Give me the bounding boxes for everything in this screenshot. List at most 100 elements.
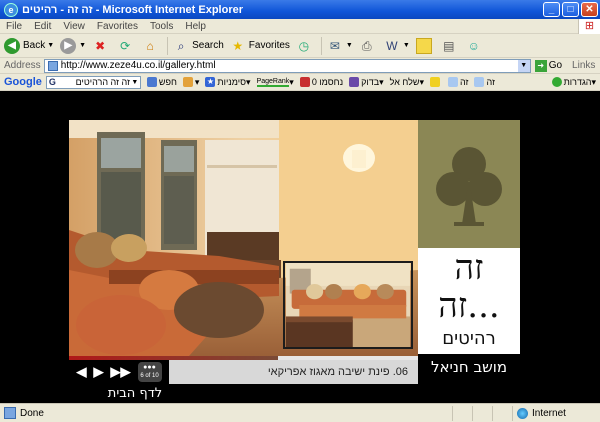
news-icon — [182, 77, 193, 87]
forward-arrow-icon: ▶ — [60, 37, 77, 54]
security-zone[interactable]: Internet — [512, 405, 600, 421]
club-panel — [418, 120, 520, 248]
page-done-icon — [4, 407, 16, 419]
ie-icon: e — [4, 2, 18, 17]
address-bar: Address http://www.zeze4u.co.il/gallery.… — [0, 58, 600, 74]
chevron-down-icon[interactable]: ▼ — [130, 77, 140, 88]
fast-forward-button[interactable]: ▶▶ — [111, 364, 131, 380]
google-search-button[interactable]: חפש — [146, 77, 177, 87]
back-home-link[interactable]: לדף הבית — [85, 386, 185, 401]
brand-logo[interactable]: זה זה... רהיטים — [418, 248, 520, 354]
google-toolbar: Google G זה זה הרהיטים ▼ חפש ▾ ★ סימניות… — [0, 74, 600, 91]
find-word-2[interactable]: זה — [474, 77, 495, 87]
send-to-button[interactable]: שלח אל ▾ — [390, 77, 424, 88]
go-button[interactable]: ➜ Go — [534, 59, 562, 72]
page-icon — [47, 60, 58, 71]
google-bookmarks-button[interactable]: ★ סימניות ▾ — [205, 77, 251, 88]
notes-button[interactable] — [415, 37, 435, 54]
google-search-input[interactable]: G זה זה הרהיטים ▼ — [45, 75, 141, 89]
notes-icon — [415, 37, 432, 54]
address-url: http://www.zeze4u.co.il/gallery.html — [60, 60, 216, 71]
refresh-button[interactable]: ⟳ — [117, 38, 136, 54]
google-settings-label: הגדרות — [563, 77, 592, 87]
logo-line-2: זה... — [438, 286, 500, 326]
popup-blocked-label: נחסמו 0 — [311, 77, 344, 87]
menu-file[interactable]: File — [0, 21, 28, 32]
menu-view[interactable]: View — [57, 21, 91, 32]
menu-favorites[interactable]: Favorites — [91, 21, 144, 32]
links-button[interactable]: Links — [572, 60, 595, 71]
caption-bar: ◀ ▶ ▶▶ ●●● 6 of 10 06. פינת ישיבה מאגוז … — [69, 360, 418, 384]
stop-button[interactable]: ✖ — [92, 38, 111, 54]
standard-toolbar: ◀ Back ▼ ▶ ▼ ✖ ⟳ ⌂ ⌕ Search ★ Favorites … — [0, 34, 600, 58]
chevron-down-icon: ▼ — [345, 42, 353, 49]
menu-tools[interactable]: Tools — [144, 21, 179, 32]
location-text: מושב חניאל — [430, 358, 508, 376]
go-arrow-icon: ➜ — [534, 59, 547, 72]
maximize-button[interactable]: □ — [562, 2, 579, 17]
print-icon: ⎙ — [362, 38, 372, 53]
messenger-icon: ☺ — [467, 38, 480, 53]
messenger-button[interactable]: ☺ — [466, 38, 485, 54]
status-text: Done — [20, 407, 44, 419]
home-icon: ⌂ — [146, 38, 154, 53]
google-logo[interactable]: Google — [4, 76, 42, 88]
minimize-button[interactable]: _ — [543, 2, 560, 17]
spellcheck-label: בדוק — [361, 77, 380, 87]
highlighter-icon — [430, 77, 441, 87]
club-icon — [436, 147, 502, 226]
mail-icon: ✉ — [329, 38, 340, 53]
chevron-down-icon: ▼ — [402, 42, 410, 49]
google-g-icon: G — [48, 76, 56, 87]
popup-blocker[interactable]: נחסמו 0 — [299, 77, 344, 87]
window-title: זה זה - רהיטים - Microsoft Internet Expl… — [22, 3, 244, 16]
google-settings-button[interactable]: הגדרות ▾ — [551, 77, 596, 88]
pagerank-indicator[interactable]: PageRank ▾ — [256, 77, 294, 88]
star-icon: ★ — [232, 38, 244, 53]
spellcheck-button[interactable]: בדוק ▾ — [349, 77, 384, 88]
research-icon: ▤ — [443, 38, 455, 53]
refresh-icon: ⟳ — [120, 38, 131, 53]
print-button[interactable]: ⎙ — [359, 38, 378, 54]
zone-label: Internet — [532, 407, 566, 419]
search-button[interactable]: ⌕ Search — [173, 38, 224, 54]
menu-help[interactable]: Help — [179, 21, 212, 32]
status-cell — [492, 405, 512, 421]
star-icon: ★ — [205, 77, 216, 87]
counter-dots-icon: ●●● — [143, 364, 156, 371]
globe-icon — [517, 407, 528, 419]
back-button[interactable]: ◀ Back ▼ — [4, 37, 54, 54]
research-button[interactable]: ▤ — [441, 38, 460, 54]
thumbnail-photo[interactable] — [283, 261, 413, 349]
home-button[interactable]: ⌂ — [142, 38, 161, 54]
mail-button[interactable]: ✉ ▼ — [327, 38, 353, 54]
favorites-button[interactable]: ★ Favorites — [230, 38, 290, 54]
search-icon: ⌕ — [177, 38, 185, 53]
menu-edit[interactable]: Edit — [28, 21, 57, 32]
favorites-label: Favorites — [248, 40, 290, 51]
find-icon — [474, 77, 485, 87]
close-button[interactable]: ✕ — [581, 2, 598, 17]
address-label: Address — [4, 60, 41, 71]
status-cell — [452, 405, 472, 421]
play-button[interactable]: ▶ — [94, 364, 104, 380]
image-counter: ●●● 6 of 10 — [137, 362, 162, 382]
back-label: Back — [23, 40, 46, 51]
google-news-button[interactable]: ▾ — [182, 77, 199, 88]
forward-button[interactable]: ▶ ▼ — [60, 37, 86, 54]
edit-button[interactable]: W ▼ — [384, 38, 410, 54]
address-input[interactable]: http://www.zeze4u.co.il/gallery.html ▼ — [43, 58, 531, 73]
brand-panel: זה זה... רהיטים מושב חניאל — [418, 120, 520, 393]
find-word-1[interactable]: זה — [448, 77, 468, 87]
stop-icon: ✖ — [95, 38, 106, 53]
history-button[interactable]: ◷ — [296, 38, 315, 54]
chevron-down-icon[interactable]: ▼ — [517, 59, 530, 72]
google-bookmarks-label: סימניות — [217, 77, 247, 87]
menu-bar: File Edit View Favorites Tools Help ⊞ — [0, 18, 600, 34]
highlight-button[interactable] — [430, 77, 442, 87]
image-caption: 06. פינת ישיבה מאגוז אפריקאי — [267, 366, 408, 378]
status-cell — [472, 405, 492, 421]
previous-button[interactable]: ◀ — [77, 364, 87, 380]
slideshow-controls: ◀ ▶ ▶▶ ●●● 6 of 10 — [69, 360, 169, 384]
google-logo-text: Google — [4, 76, 42, 88]
